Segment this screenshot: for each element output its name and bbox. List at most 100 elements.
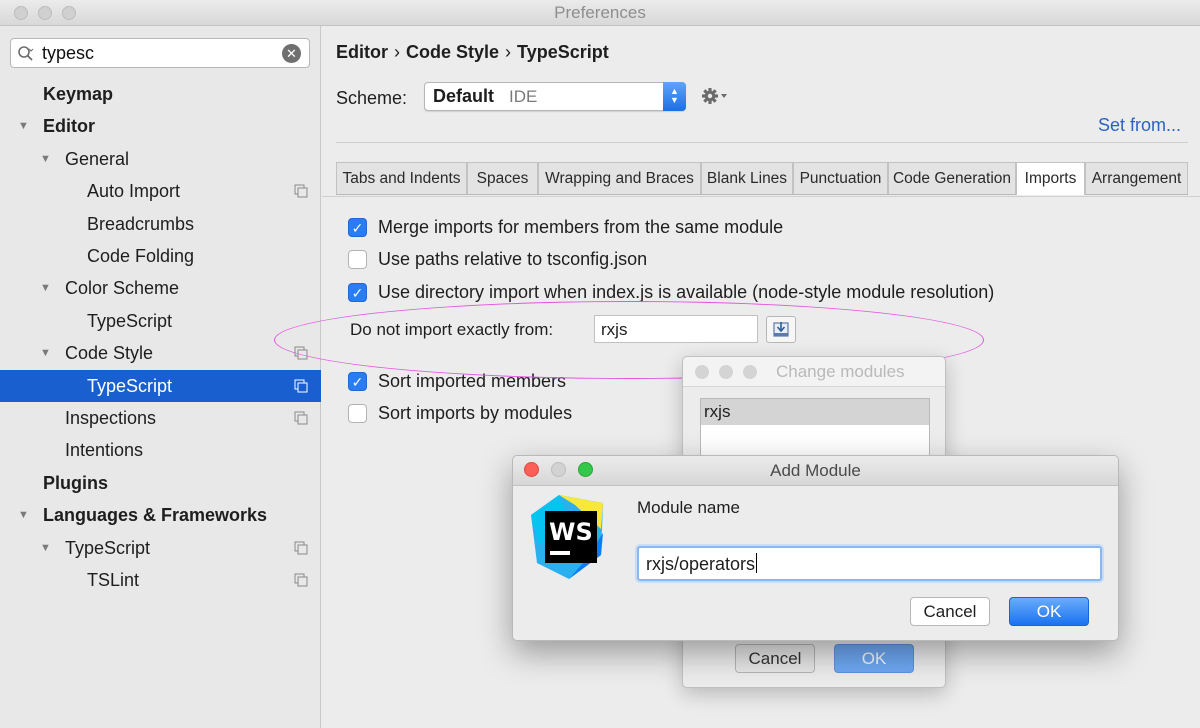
sidebar-item[interactable]: Breadcrumbs <box>0 208 321 240</box>
sidebar-item-label: Auto Import <box>87 181 181 202</box>
sidebar-item[interactable]: ▼ General <box>0 143 321 175</box>
expand-arrow-icon[interactable]: ▼ <box>18 110 29 142</box>
breadcrumb-separator: › <box>505 42 512 62</box>
checkbox[interactable]: ✓ <box>348 283 367 302</box>
code-style-tabs: Tabs and Indents Spaces Wrapping and Bra… <box>336 162 1188 195</box>
sidebar-item[interactable]: Intentions <box>0 434 321 466</box>
sidebar-item-label: TypeScript <box>87 310 173 331</box>
tab-blank-lines[interactable]: Blank Lines <box>701 162 793 194</box>
sidebar-item[interactable]: TSLint <box>0 564 321 596</box>
dropdown-arrows-icon: ▲ ▼ <box>663 82 686 111</box>
dialog-title: Change modules <box>776 362 905 381</box>
scheme-dropdown[interactable]: Default IDE ▲ ▼ <box>424 82 686 111</box>
sidebar-item[interactable]: Code Folding <box>0 240 321 272</box>
tab-wrapping-and-braces[interactable]: Wrapping and Braces <box>538 162 701 194</box>
project-settings-icon <box>294 184 308 198</box>
close-dialog-button[interactable] <box>695 365 709 379</box>
sidebar-item-label: Keymap <box>43 84 114 104</box>
checkbox[interactable] <box>348 404 367 423</box>
ok-button[interactable]: OK <box>1009 597 1089 626</box>
project-settings-icon <box>294 573 308 587</box>
sidebar-item-label: Code Folding <box>87 246 195 266</box>
module-name-label: Module name <box>637 498 741 517</box>
sidebar-item-label: Code Style <box>65 343 154 364</box>
sidebar-item[interactable]: ▼ Code Style <box>0 337 321 369</box>
tab-arrangement[interactable]: Arrangement <box>1085 162 1188 194</box>
sidebar-item[interactable]: ▼ TypeScript <box>0 532 321 564</box>
sidebar-item[interactable]: Keymap <box>0 78 321 110</box>
cancel-button[interactable]: Cancel <box>910 597 990 626</box>
window-title: Preferences <box>554 3 646 22</box>
tab-code-generation[interactable]: Code Generation <box>888 162 1016 194</box>
breadcrumb-separator: › <box>394 42 400 62</box>
expand-arrow-icon[interactable]: ▼ <box>18 499 29 531</box>
checkbox[interactable]: ✓ <box>348 218 367 237</box>
project-settings-icon <box>294 411 308 425</box>
tab-tabs-and-indents[interactable]: Tabs and Indents <box>336 162 467 194</box>
set-from-link[interactable]: Set from... <box>1098 115 1181 136</box>
dialog-title-bar: Add Module <box>513 456 1118 486</box>
sidebar-item[interactable]: TypeScript <box>0 305 321 337</box>
module-name-input[interactable]: rxjs/operators <box>637 546 1102 581</box>
scheme-name: Default <box>433 86 495 106</box>
sidebar-item-label: Intentions <box>65 440 144 461</box>
sidebar-item[interactable]: Plugins <box>0 467 321 499</box>
settings-search-field[interactable]: typesc ✕ <box>10 38 310 68</box>
expand-arrow-icon[interactable]: ▼ <box>40 272 51 304</box>
sidebar-item-label: Languages & Frameworks <box>43 505 268 526</box>
expand-arrow-icon[interactable]: ▼ <box>40 337 51 369</box>
sidebar-item-label: Inspections <box>65 408 157 428</box>
module-name-value: rxjs/operators <box>646 554 756 574</box>
option-label: Use directory import when index.js is av… <box>378 282 995 302</box>
sidebar-item[interactable]: TypeScript <box>0 369 321 402</box>
sidebar-item-label: General <box>65 148 130 169</box>
option-label: Use paths relative to tsconfig.json <box>378 249 648 269</box>
sidebar-item-label: TypeScript <box>65 537 151 558</box>
search-icon <box>18 46 34 61</box>
logo-text: WS <box>549 518 593 546</box>
checkbox[interactable] <box>348 250 367 269</box>
project-settings-icon <box>294 541 308 555</box>
divider <box>336 142 1188 143</box>
gear-icon[interactable] <box>700 86 730 106</box>
breadcrumb-item: TypeScript <box>517 42 609 62</box>
tab-punctuation[interactable]: Punctuation <box>793 162 888 194</box>
sidebar-item-label: Plugins <box>43 472 109 493</box>
zoom-dialog-button[interactable] <box>743 365 757 379</box>
sidebar-item-label: TypeScript <box>87 375 173 396</box>
sidebar-item-label: Color Scheme <box>65 278 180 299</box>
sidebar-item-label: TSLint <box>87 570 140 590</box>
minimize-dialog-button[interactable] <box>719 365 733 379</box>
ok-button[interactable]: OK <box>834 644 914 673</box>
cancel-button[interactable]: Cancel <box>735 644 815 673</box>
settings-sidebar: typesc ✕ Keymap ▼ Editor ▼ General Auto Impor… <box>0 26 321 728</box>
search-input[interactable]: typesc <box>42 43 94 64</box>
breadcrumb-item: Editor <box>336 42 388 62</box>
window-title-bar: Preferences <box>0 0 1200 26</box>
option-label: Merge imports for members from the same … <box>378 217 784 237</box>
scheme-type: IDE <box>509 87 538 106</box>
expand-arrow-icon[interactable]: ▼ <box>40 532 51 564</box>
checkbox[interactable]: ✓ <box>348 372 367 391</box>
sidebar-item-label: Editor <box>43 116 95 137</box>
option-label: Sort imports by modules <box>378 403 573 423</box>
sidebar-item[interactable]: ▼ Color Scheme <box>0 272 321 304</box>
sidebar-item[interactable]: ▼ Editor <box>0 110 321 142</box>
tab-spaces[interactable]: Spaces <box>467 162 538 194</box>
dialog-title-bar: Change modules <box>683 357 945 387</box>
tab-imports[interactable]: Imports <box>1016 162 1085 195</box>
sidebar-item[interactable]: Inspections <box>0 402 321 434</box>
breadcrumb: Editor › Code Style › TypeScript <box>336 42 609 63</box>
project-settings-icon <box>294 379 308 393</box>
webstorm-logo-icon: WS <box>531 495 603 579</box>
breadcrumb-item: Code Style <box>406 42 500 62</box>
sidebar-item[interactable]: ▼ Languages & Frameworks <box>0 499 321 531</box>
text-caret <box>756 553 758 573</box>
clear-search-icon[interactable]: ✕ <box>282 44 301 63</box>
list-item[interactable]: rxjs <box>701 399 929 425</box>
sidebar-item-label: Breadcrumbs <box>87 213 195 234</box>
add-module-dialog: Add Module WS Module name rxjs/operators… <box>512 455 1119 641</box>
sidebar-item[interactable]: Auto Import <box>0 175 321 207</box>
expand-arrow-icon[interactable]: ▼ <box>40 143 51 175</box>
scheme-label: Scheme: <box>336 88 408 108</box>
